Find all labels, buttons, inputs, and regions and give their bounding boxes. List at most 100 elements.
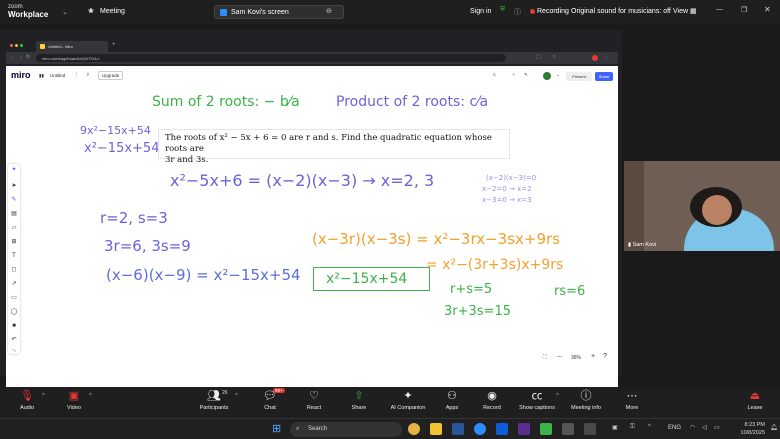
- original-sound-status[interactable]: Original sound for musicians: off: [571, 8, 671, 15]
- word-icon[interactable]: [452, 423, 464, 435]
- connector-tool-icon[interactable]: ↗: [10, 280, 18, 288]
- zoom-in-icon[interactable]: +: [591, 353, 595, 360]
- window-close-dot[interactable]: [10, 44, 13, 47]
- problem-text-box[interactable]: The roots of x² − 5x + 6 = 0 are r and s…: [158, 129, 510, 165]
- avatar-dropdown-icon[interactable]: ⌄: [556, 72, 560, 78]
- meeting-tab[interactable]: Meeting: [100, 8, 125, 15]
- frame-tool-icon[interactable]: ⊞: [10, 238, 18, 246]
- video-button[interactable]: ▣ Video: [49, 387, 99, 418]
- outlook-icon[interactable]: [496, 423, 508, 435]
- timer-icon[interactable]: ◔: [512, 72, 515, 77]
- text-tool-icon[interactable]: T: [10, 252, 18, 260]
- window-maximize-dot[interactable]: [20, 44, 23, 47]
- maximize-icon[interactable]: ❐: [741, 6, 747, 14]
- leave-button[interactable]: ⏏ Leave: [730, 387, 780, 418]
- minimize-icon[interactable]: —: [716, 6, 723, 13]
- audio-options-icon[interactable]: ^: [42, 393, 45, 399]
- tray-lock-icon[interactable]: ⚿: [630, 424, 635, 431]
- avatar[interactable]: [543, 72, 551, 80]
- bookmark-icon[interactable]: ☆: [552, 54, 556, 60]
- share-screen-button[interactable]: ⇧ Share: [334, 387, 384, 418]
- windows-start-icon[interactable]: ⊞: [272, 423, 281, 435]
- board-menu-icon[interactable]: ⋮: [74, 72, 79, 78]
- widgets-icon[interactable]: [584, 423, 596, 435]
- more-options-icon[interactable]: ⊖: [326, 7, 332, 15]
- captions-options-icon[interactable]: ^: [556, 393, 559, 399]
- new-tab-icon[interactable]: +: [112, 42, 116, 48]
- heart-icon: ♡: [309, 390, 319, 402]
- export-icon[interactable]: ⇪: [86, 72, 90, 78]
- comment-tool-icon[interactable]: ▭: [10, 294, 18, 302]
- file-explorer-icon[interactable]: [430, 423, 442, 435]
- forward-icon[interactable]: →: [18, 54, 23, 60]
- taskbar-search[interactable]: ⌕ Search: [290, 422, 402, 437]
- board-name[interactable]: Untitled: [50, 73, 65, 78]
- video-options-icon[interactable]: ^: [89, 393, 92, 399]
- volume-icon[interactable]: ◁: [702, 424, 707, 431]
- screen-share-pill[interactable]: Sam Kovi's screen: [214, 5, 344, 19]
- recording-label: Recording: [537, 8, 569, 15]
- comment-icon[interactable]: ✎: [524, 72, 528, 78]
- template-tool-icon[interactable]: ▤: [10, 210, 18, 218]
- chrome-icon[interactable]: [408, 423, 420, 435]
- info-icon[interactable]: ⓘ: [514, 7, 521, 17]
- tray-app-icon[interactable]: ▣: [612, 424, 618, 431]
- participant-video[interactable]: ▮ Sam Kovi: [624, 161, 780, 251]
- orange-expansion-2: = x²−(3r+3s)x+9rs: [426, 257, 564, 273]
- zoom-out-icon[interactable]: —: [557, 354, 562, 360]
- ai-tool-icon[interactable]: ✦: [10, 166, 18, 174]
- miro-board[interactable]: miro ▮▮ Untitled ⋮ ⇪ Upgrade ☺ ◔ ✎ ⌄ Pre…: [6, 66, 618, 406]
- view-button[interactable]: View: [673, 8, 688, 15]
- record-button[interactable]: ◉ Record: [467, 387, 517, 418]
- redo-icon[interactable]: ↷: [10, 348, 18, 356]
- wifi-icon[interactable]: ◠: [690, 424, 695, 431]
- url-bar[interactable]: miro.com/app/board/uXjVITO4=/: [36, 54, 506, 62]
- chat-icon: 💬︎: [263, 390, 277, 402]
- chat-button[interactable]: 💬︎ 99+ Chat: [245, 387, 295, 418]
- show-captions-button[interactable]: ㏄ Show captions: [512, 387, 562, 418]
- sign-in-link[interactable]: Sign in: [470, 8, 491, 15]
- audio-button[interactable]: 🎙︎ Audio: [2, 387, 52, 418]
- react-button[interactable]: ♡ React: [289, 387, 339, 418]
- ai-companion-button[interactable]: ✦ AI Companion: [383, 387, 433, 418]
- menu-icon[interactable]: ⋮: [604, 54, 609, 60]
- reactions-icon[interactable]: ☺: [492, 72, 497, 77]
- share-label: Share: [351, 405, 367, 411]
- battery-icon[interactable]: ▭: [714, 424, 720, 431]
- help-icon[interactable]: ?: [603, 353, 607, 360]
- undo-icon[interactable]: ↶: [10, 336, 18, 344]
- select-tool-icon[interactable]: ➤: [10, 182, 18, 190]
- chat-tool-icon[interactable]: ◯: [10, 308, 18, 316]
- pen-tool-icon[interactable]: ✎: [10, 196, 18, 204]
- participants-options-icon[interactable]: ^: [235, 393, 238, 399]
- reload-icon[interactable]: ↻: [26, 54, 30, 60]
- profile-icon[interactable]: [592, 55, 598, 61]
- share-button[interactable]: Share: [595, 72, 613, 81]
- zoom-app-icon[interactable]: [474, 423, 486, 435]
- window-minimize-dot[interactable]: [15, 44, 18, 47]
- miro-logo[interactable]: miro: [11, 70, 31, 80]
- more-tools-icon[interactable]: ■: [10, 322, 18, 330]
- tray-chevron-icon[interactable]: ^: [648, 424, 651, 430]
- notification-icon[interactable]: 🔔︎: [770, 424, 778, 431]
- sticky-note-tool-icon[interactable]: ▱: [10, 224, 18, 232]
- participants-button[interactable]: 👥︎ 26 Participants: [189, 387, 239, 418]
- app-icon[interactable]: [540, 423, 552, 435]
- more-button[interactable]: ⋯ More: [607, 387, 657, 418]
- fit-screen-icon[interactable]: ⛶: [543, 354, 547, 360]
- upgrade-button[interactable]: Upgrade: [98, 71, 124, 80]
- chevron-down-icon[interactable]: ⌄: [62, 8, 68, 16]
- close-icon[interactable]: ✕: [764, 5, 771, 14]
- teams-icon[interactable]: [518, 423, 530, 435]
- browser-tab[interactable]: Untitled - Miro: [36, 41, 108, 52]
- meeting-info-button[interactable]: ⓘ Meeting info: [561, 387, 611, 418]
- language-indicator[interactable]: ENG: [668, 425, 681, 431]
- browser-toolbar: ← → ↻ miro.com/app/board/uXjVITO4=/ ⬚ ☆ …: [6, 52, 618, 64]
- shape-tool-icon[interactable]: ◻: [10, 266, 18, 274]
- extension-icon[interactable]: ⬚: [536, 54, 541, 60]
- back-icon[interactable]: ←: [10, 54, 15, 60]
- clock[interactable]: 8:23 PM 10/8/2025: [735, 421, 765, 437]
- settings-icon[interactable]: [562, 423, 574, 435]
- present-button[interactable]: Present: [566, 72, 592, 81]
- windows-taskbar: ⊞ ⌕ Search ▣ ⚿ ^ ENG ◠ ◁ ▭ 8:23 PM 10/8/…: [0, 418, 780, 439]
